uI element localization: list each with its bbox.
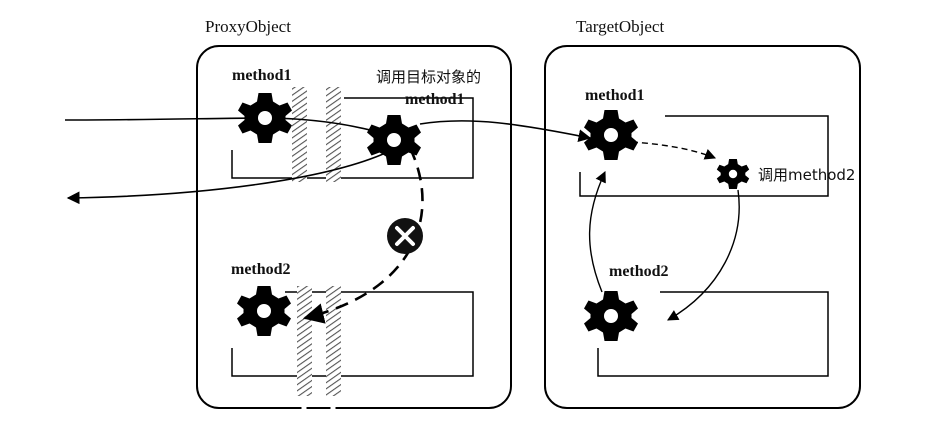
cross-circle-icon xyxy=(387,218,423,254)
method2-return-arrow xyxy=(588,170,606,293)
proxy-call-target-label: 调用目标对象的 xyxy=(376,68,481,86)
forward-to-target-arrow xyxy=(419,120,592,143)
proxy-object-title: ProxyObject xyxy=(205,17,291,36)
proxy-hatch-upper xyxy=(292,87,341,182)
gear-icon xyxy=(584,110,638,160)
gear-icon xyxy=(716,159,750,189)
target-method2-label: method2 xyxy=(609,263,669,280)
proxy-diagram: ProxyObject TargetObject method1 调用目标对象的… xyxy=(64,17,861,416)
target-method1-label: method1 xyxy=(585,87,645,104)
gear-icon xyxy=(238,93,292,143)
proxy-method1-label: method1 xyxy=(232,67,292,84)
target-object-title: TargetObject xyxy=(576,17,664,36)
call-method2-arrow xyxy=(667,189,740,321)
target-call-method2-label: 调用method2 xyxy=(758,166,855,184)
target-internal-call-arrow xyxy=(631,141,717,160)
return-arrow xyxy=(66,149,393,205)
gear-icon xyxy=(237,286,291,336)
proxy-call-target-method-label: method1 xyxy=(405,91,465,108)
gear-icon xyxy=(584,291,638,341)
proxy-hatch-lower xyxy=(297,286,341,396)
proxy-method2-label: method2 xyxy=(231,261,291,278)
